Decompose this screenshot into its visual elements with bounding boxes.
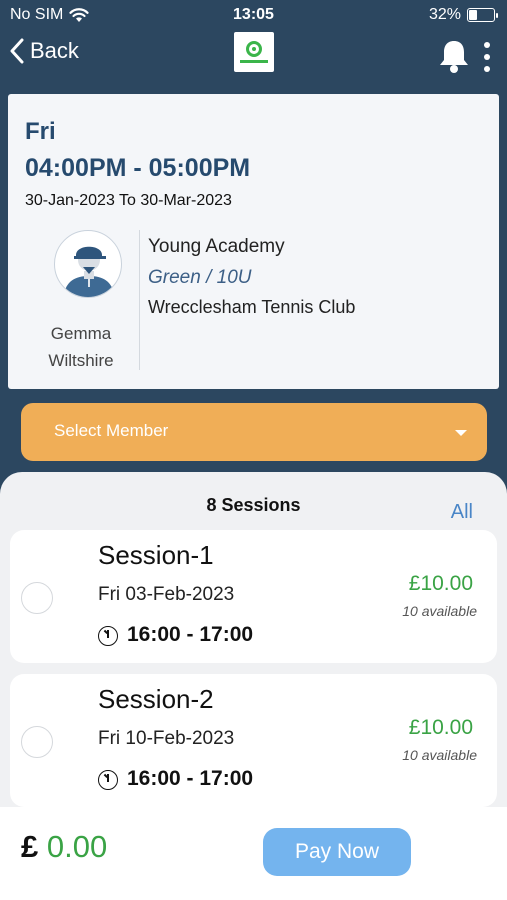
- coach-name: Gemma Wiltshire: [28, 320, 134, 374]
- clock-icon: [98, 770, 118, 790]
- session-price: £10.00: [408, 716, 473, 739]
- battery-percent: 32%: [428, 6, 461, 23]
- class-date-range: 30-Jan-2023 To 30-Mar-2023: [25, 192, 232, 209]
- session-card[interactable]: Session-1 Fri 03-Feb-2023 16:00 - 17:00 …: [10, 530, 497, 663]
- coach-avatar-icon: [63, 246, 115, 297]
- logo-bar: [240, 60, 268, 63]
- bell-icon[interactable]: [438, 38, 470, 74]
- class-day: Fri: [25, 118, 56, 145]
- coach-last-name: Wiltshire: [48, 351, 114, 370]
- session-card[interactable]: Session-2 Fri 10-Feb-2023 16:00 - 17:00 …: [10, 674, 497, 807]
- venue-name: Wrecclesham Tennis Club: [148, 297, 356, 317]
- back-button[interactable]: Back: [10, 38, 79, 64]
- chevron-left-icon: [10, 38, 24, 64]
- caret-down-icon: [455, 430, 467, 436]
- back-label: Back: [30, 38, 79, 63]
- total-amount: £ 0.00: [21, 829, 107, 865]
- session-availability: 10 available: [402, 603, 477, 619]
- status-bar: No SIM 13:05 32%: [0, 0, 507, 30]
- select-all-link[interactable]: All: [451, 501, 473, 524]
- kebab-menu-icon[interactable]: [481, 42, 493, 72]
- battery-icon: [467, 8, 498, 22]
- sessions-count: 8 Sessions: [206, 495, 301, 515]
- session-date: Fri 10-Feb-2023: [98, 728, 235, 749]
- session-title: Session-2: [98, 684, 214, 714]
- clock-icon: [98, 626, 118, 646]
- session-availability: 10 available: [402, 747, 477, 763]
- session-date: Fri 03-Feb-2023: [98, 584, 235, 605]
- class-info-card: Fri 04:00PM - 05:00PM 30-Jan-2023 To 30-…: [8, 94, 499, 389]
- pay-now-button[interactable]: Pay Now: [263, 828, 411, 876]
- session-title: Session-1: [98, 540, 214, 570]
- select-member-placeholder: Select Member: [54, 421, 169, 440]
- session-time: 16:00 - 17:00: [127, 767, 254, 790]
- currency-symbol: £: [21, 829, 39, 864]
- total-value: 0.00: [46, 829, 108, 864]
- group-name: Green / 10U: [148, 267, 252, 288]
- nav-bar: Back: [0, 30, 507, 86]
- session-radio[interactable]: [21, 726, 53, 758]
- checkout-footer: £ 0.00 Pay Now: [0, 807, 507, 900]
- select-member-dropdown[interactable]: Select Member: [21, 403, 487, 461]
- session-price: £10.00: [408, 572, 473, 595]
- logo-ring-icon: [246, 41, 262, 57]
- program-name: Young Academy: [148, 236, 285, 257]
- coach-avatar: [54, 230, 122, 298]
- sessions-sheet: 8 Sessions All Session-1 Fri 03-Feb-2023…: [0, 472, 507, 807]
- club-logo: [234, 32, 274, 72]
- coach-first-name: Gemma: [50, 324, 112, 343]
- divider: [139, 230, 140, 370]
- session-time: 16:00 - 17:00: [127, 623, 254, 646]
- class-time: 04:00PM - 05:00PM: [25, 154, 251, 182]
- session-radio[interactable]: [21, 582, 53, 614]
